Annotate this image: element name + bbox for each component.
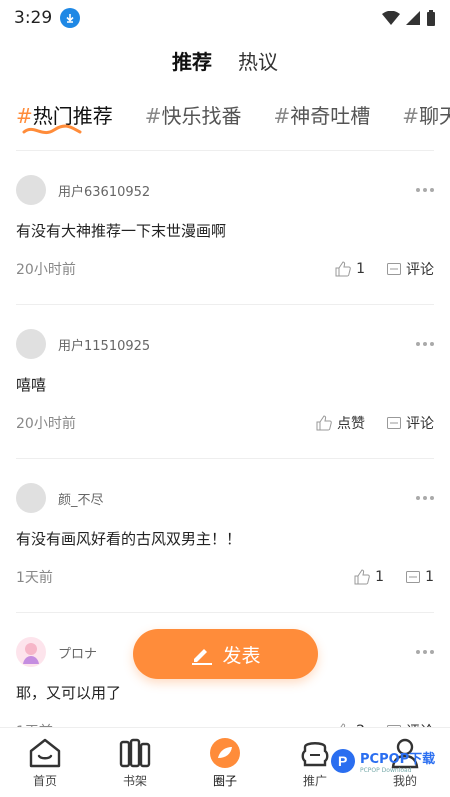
like-button[interactable]: 1 <box>335 261 365 277</box>
status-bar: 3:29 <box>0 0 450 36</box>
like-button[interactable]: 1 <box>354 569 384 585</box>
divider <box>16 150 434 151</box>
more-options-icon[interactable] <box>416 342 434 346</box>
post-username[interactable]: 用户11510925 <box>58 335 150 354</box>
post-card[interactable]: 用户11510925 嘻嘻 20小时前 点赞 评论 <box>16 328 434 433</box>
pcpop-logo-icon: P <box>331 749 355 773</box>
divider <box>16 304 434 305</box>
post-username[interactable]: 用户63610952 <box>58 181 150 200</box>
comment-icon <box>387 417 401 429</box>
post-content: 有没有大神推荐一下末世漫画啊 <box>16 222 227 240</box>
topic-hot-recommend[interactable]: #热门推荐 <box>16 100 113 144</box>
post-card[interactable]: 颜_不尽 有没有画风好看的古风双男主！！ 1天前 1 1 <box>16 482 434 587</box>
publish-label: 发表 <box>222 644 261 667</box>
svg-text:P: P <box>338 753 347 769</box>
more-options-icon[interactable] <box>416 496 434 500</box>
comment-button[interactable]: 评论 <box>387 259 434 279</box>
nav-bookshelf[interactable]: 书架 <box>90 728 180 797</box>
post-time: 20小时前 <box>16 416 76 432</box>
avatar[interactable] <box>16 637 46 667</box>
post-card[interactable]: 用户63610952 有没有大神推荐一下末世漫画啊 20小时前 1 评论 <box>16 174 434 279</box>
more-options-icon[interactable] <box>416 650 434 654</box>
status-icons <box>382 10 436 26</box>
circle-icon <box>209 736 241 770</box>
bookshelf-icon <box>119 736 151 770</box>
battery-icon <box>427 10 435 26</box>
nav-circle[interactable]: 圈子 <box>180 728 270 797</box>
like-button[interactable]: 点赞 <box>316 413 365 433</box>
topic-rant[interactable]: #神奇吐槽 <box>274 100 371 144</box>
status-time: 3:29 <box>14 8 53 28</box>
top-tabs: 推荐 热议 <box>0 44 450 80</box>
download-icon <box>60 8 81 28</box>
avatar[interactable] <box>16 329 46 359</box>
topic-chat[interactable]: #聊天 <box>402 100 450 144</box>
topic-tabs: #热门推荐 #快乐找番 #神奇吐槽 #聊天 <box>16 100 450 144</box>
thumb-up-icon <box>316 415 332 431</box>
signal-icon <box>406 11 420 25</box>
divider <box>16 458 434 459</box>
comment-icon <box>387 263 401 275</box>
publish-button[interactable]: 发表 <box>133 629 318 679</box>
post-time: 20小时前 <box>16 262 76 278</box>
divider <box>16 612 434 613</box>
nav-home[interactable]: 首页 <box>0 728 90 797</box>
avatar[interactable] <box>16 483 46 513</box>
post-content: 耶，又可以用了 <box>16 684 122 702</box>
tab-recommend[interactable]: 推荐 <box>170 44 214 80</box>
topic-happy-find[interactable]: #快乐找番 <box>145 100 242 144</box>
thumb-up-icon <box>354 569 370 585</box>
post-username[interactable]: プロナ <box>58 643 97 662</box>
post-content: 有没有画风好看的古风双男主！！ <box>16 530 242 548</box>
tab-hot-discussion[interactable]: 热议 <box>236 44 280 80</box>
avatar[interactable] <box>16 175 46 205</box>
post-time: 1天前 <box>16 570 53 586</box>
more-options-icon[interactable] <box>416 188 434 192</box>
edit-icon <box>192 649 213 665</box>
wifi-icon <box>382 11 400 25</box>
active-swoosh-icon <box>22 124 82 135</box>
promo-icon <box>299 736 331 770</box>
watermark: P PCPOP下载 PCPOP Download <box>330 748 435 774</box>
comment-button[interactable]: 1 <box>406 569 434 585</box>
post-username[interactable]: 颜_不尽 <box>58 489 104 508</box>
comment-icon <box>406 571 421 583</box>
post-content: 嘻嘻 <box>16 376 47 394</box>
comment-button[interactable]: 评论 <box>387 413 434 433</box>
thumb-up-icon <box>335 261 351 277</box>
home-icon <box>28 736 62 770</box>
